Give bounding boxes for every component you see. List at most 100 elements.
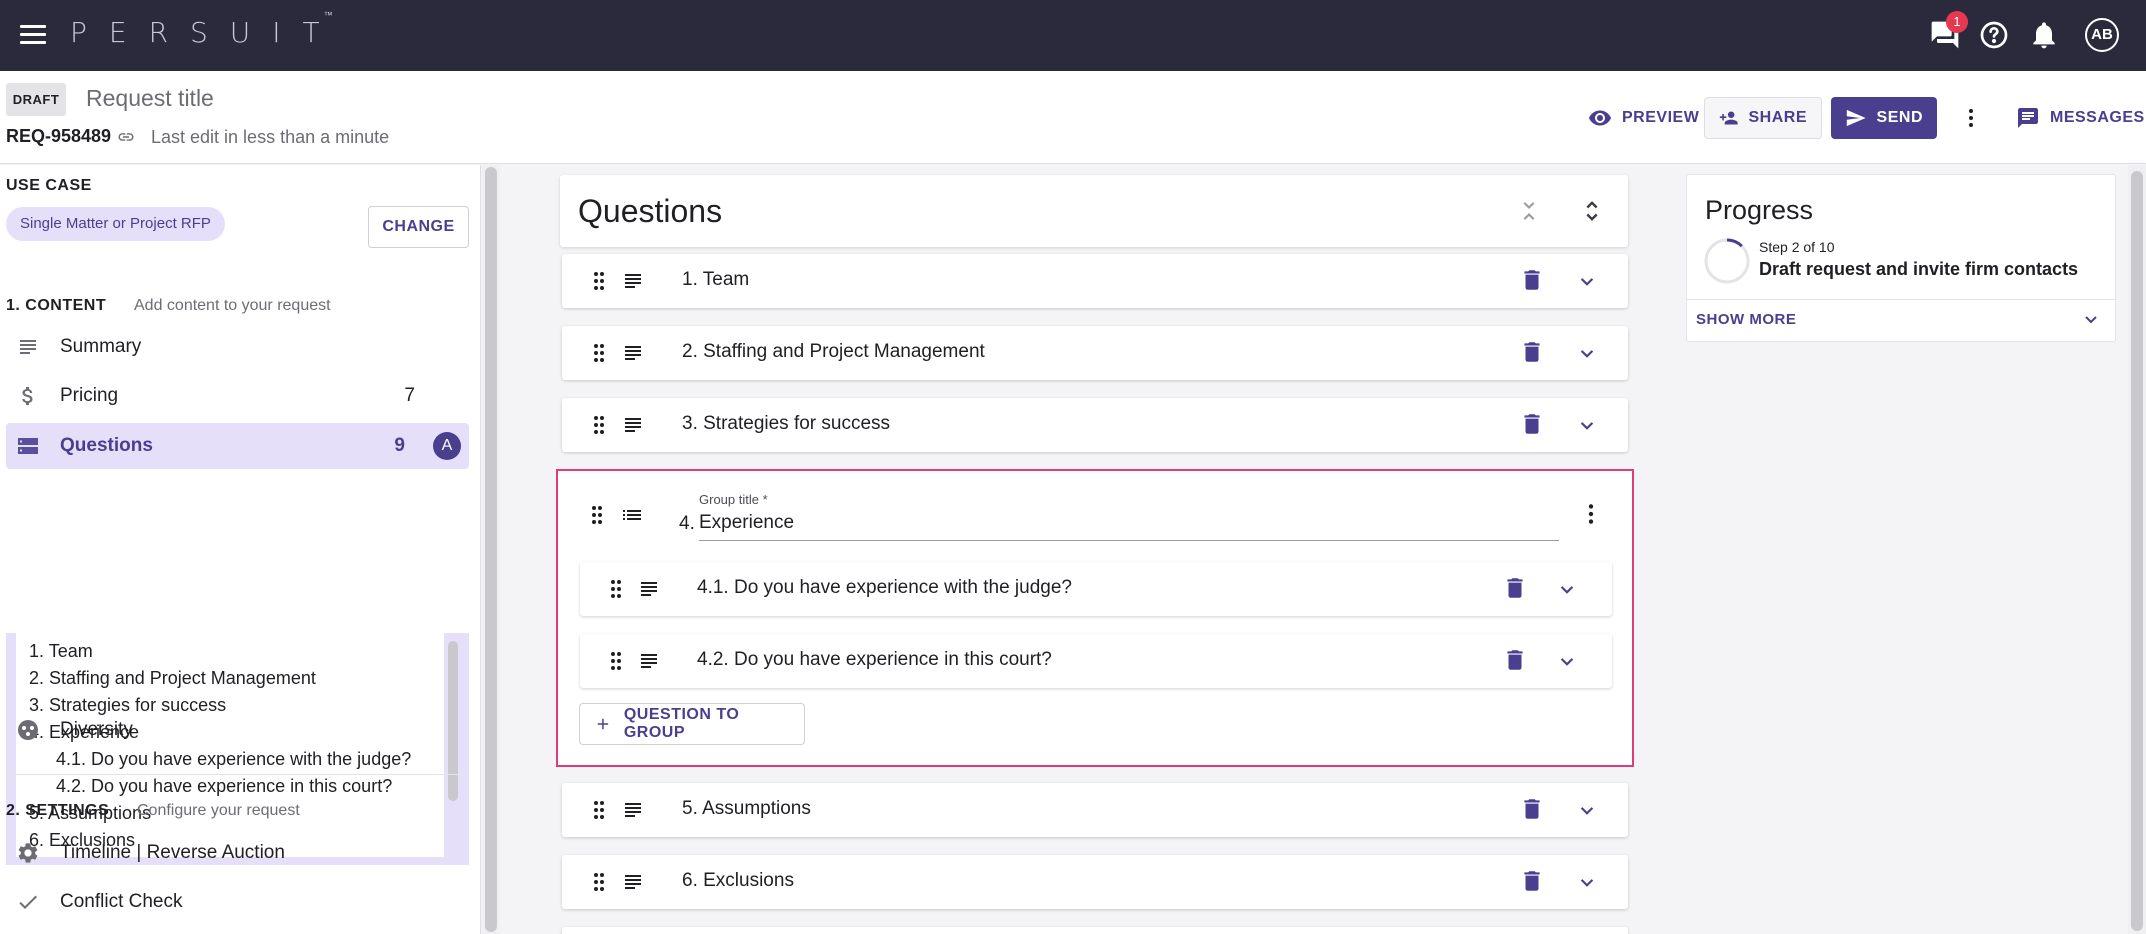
sidebar-item-questions[interactable]: Questions 9 A (6, 423, 469, 469)
chevron-down-icon[interactable] (1574, 412, 1600, 438)
group-title-input[interactable] (699, 509, 1559, 541)
sidebar-item-conflict-check[interactable]: Conflict Check (6, 879, 469, 925)
content-section-heading: 1. CONTENT (6, 297, 107, 314)
chevron-down-icon[interactable] (1574, 340, 1600, 366)
collapse-all-icon[interactable] (1515, 197, 1543, 225)
person-add-icon (1719, 111, 1738, 125)
trash-icon[interactable] (1502, 575, 1528, 601)
progress-ring (1704, 238, 1750, 284)
questions-header: Questions (560, 175, 1628, 247)
expand-all-icon[interactable] (1578, 197, 1606, 225)
chevron-down-icon[interactable] (1574, 268, 1600, 294)
show-more-button[interactable]: SHOW MORE (1696, 311, 1796, 328)
drag-handle-icon[interactable] (604, 649, 628, 673)
question-row[interactable]: 5. Assumptions (562, 783, 1628, 837)
use-case-heading: USE CASE (6, 177, 92, 194)
divider (6, 774, 469, 775)
add-question-to-group-button[interactable]: QUESTION TO GROUP (579, 703, 805, 745)
question-type-icon (641, 654, 657, 668)
tree-item[interactable]: 2. Staffing and Project Management (29, 668, 316, 689)
question-row[interactable]: 6. Exclusions (562, 855, 1628, 909)
drag-handle-icon[interactable] (585, 503, 609, 527)
user-avatar[interactable]: AB (2085, 18, 2119, 52)
diversity-icon (18, 720, 38, 740)
pricing-count: 7 (404, 385, 415, 406)
sub-question-row[interactable]: 4.2. Do you have experience in this cour… (580, 634, 1612, 688)
drag-handle-icon[interactable] (587, 341, 611, 365)
tree-item[interactable]: 1. Team (29, 641, 93, 662)
divider (1687, 299, 2115, 300)
sidebar-item-label: Conflict Check (60, 891, 183, 912)
chevron-down-icon[interactable] (1574, 797, 1600, 823)
trash-icon[interactable] (1519, 411, 1545, 437)
trash-icon[interactable] (1519, 267, 1545, 293)
sidebar-item-pricing[interactable]: Pricing 7 (6, 373, 469, 419)
subject-icon (20, 340, 36, 354)
question-row[interactable]: 1. Team (562, 254, 1628, 308)
top-app-bar: PERSUIT™ 1 AB (0, 0, 2146, 71)
sub-question-row[interactable]: 4.1. Do you have experience with the jud… (580, 562, 1612, 616)
question-type-icon (625, 274, 641, 288)
question-type-icon (625, 803, 641, 817)
persuit-logo[interactable]: PERSUIT™ (70, 11, 351, 49)
assignee-avatar: A (433, 432, 461, 460)
sidebar-item-summary[interactable]: Summary (6, 324, 469, 370)
sidebar-item-label: Questions (60, 435, 153, 456)
notification-badge: 1 (1946, 11, 1968, 33)
drag-handle-icon[interactable] (587, 269, 611, 293)
drag-handle-icon[interactable] (587, 413, 611, 437)
list-icon (623, 510, 641, 520)
add-question-label: QUESTION TO GROUP (623, 706, 740, 741)
chevron-down-icon[interactable] (1554, 648, 1580, 674)
gear-icon (18, 843, 38, 863)
tree-item[interactable]: 4.2. Do you have experience in this cour… (56, 776, 392, 797)
sidebar-item-label: Timeline | Reverse Auction (60, 842, 285, 863)
question-label: 4.1. Do you have experience with the jud… (697, 577, 1072, 598)
share-button[interactable]: SHARE (1704, 97, 1822, 139)
progress-title: Progress (1705, 195, 1814, 225)
messages-button[interactable]: MESSAGES (2002, 97, 2146, 139)
question-row[interactable]: 3. Strategies for success (562, 398, 1628, 452)
settings-section-heading: 2. SETTINGS (6, 802, 110, 819)
messages-label: MESSAGES (2050, 109, 2145, 126)
question-type-icon (641, 582, 657, 596)
drag-handle-icon[interactable] (587, 798, 611, 822)
share-label: SHARE (1748, 109, 1807, 126)
trash-icon[interactable] (1519, 796, 1545, 822)
request-title-input[interactable]: Request title (86, 85, 214, 112)
link-icon[interactable] (115, 128, 137, 146)
trash-icon[interactable] (1519, 868, 1545, 894)
chevron-down-icon[interactable] (1554, 576, 1580, 602)
questions-icon (18, 438, 38, 454)
chevron-down-icon[interactable] (2079, 307, 2103, 331)
send-button[interactable]: SEND (1831, 97, 1937, 139)
group-number: 4. (679, 513, 695, 534)
dollar-icon (22, 387, 33, 405)
question-group-editor[interactable]: Group title * 4. 4.1. Do you have experi… (556, 469, 1634, 767)
bell-icon[interactable] (2028, 19, 2060, 51)
trash-icon[interactable] (1519, 339, 1545, 365)
use-case-chip: Single Matter or Project RFP (6, 207, 225, 241)
help-icon[interactable] (1978, 19, 2010, 51)
question-label: 5. Assumptions (682, 798, 811, 819)
question-label: 2. Staffing and Project Management (682, 341, 985, 362)
drag-handle-icon[interactable] (604, 577, 628, 601)
more-vert-icon[interactable] (1578, 501, 1604, 527)
more-vert-icon[interactable] (1956, 97, 1986, 139)
chevron-down-icon[interactable] (1574, 869, 1600, 895)
sidebar-scrollbar[interactable] (482, 165, 500, 934)
sidebar-item-label: Diversity (60, 719, 133, 740)
last-edit-text: Last edit in less than a minute (151, 127, 390, 147)
change-use-case-button[interactable]: CHANGE (368, 206, 469, 248)
question-row[interactable] (562, 927, 1628, 934)
drag-handle-icon[interactable] (587, 870, 611, 894)
plus-icon (597, 718, 609, 730)
preview-button[interactable]: PREVIEW (1574, 97, 1713, 139)
page-scrollbar[interactable] (2128, 165, 2146, 934)
sidebar-item-diversity[interactable]: Diversity (6, 707, 469, 753)
menu-icon[interactable] (20, 22, 46, 48)
sidebar-item-timeline[interactable]: Timeline | Reverse Auction (6, 830, 469, 876)
message-icon (2018, 108, 2038, 128)
question-row[interactable]: 2. Staffing and Project Management (562, 326, 1628, 380)
trash-icon[interactable] (1502, 647, 1528, 673)
